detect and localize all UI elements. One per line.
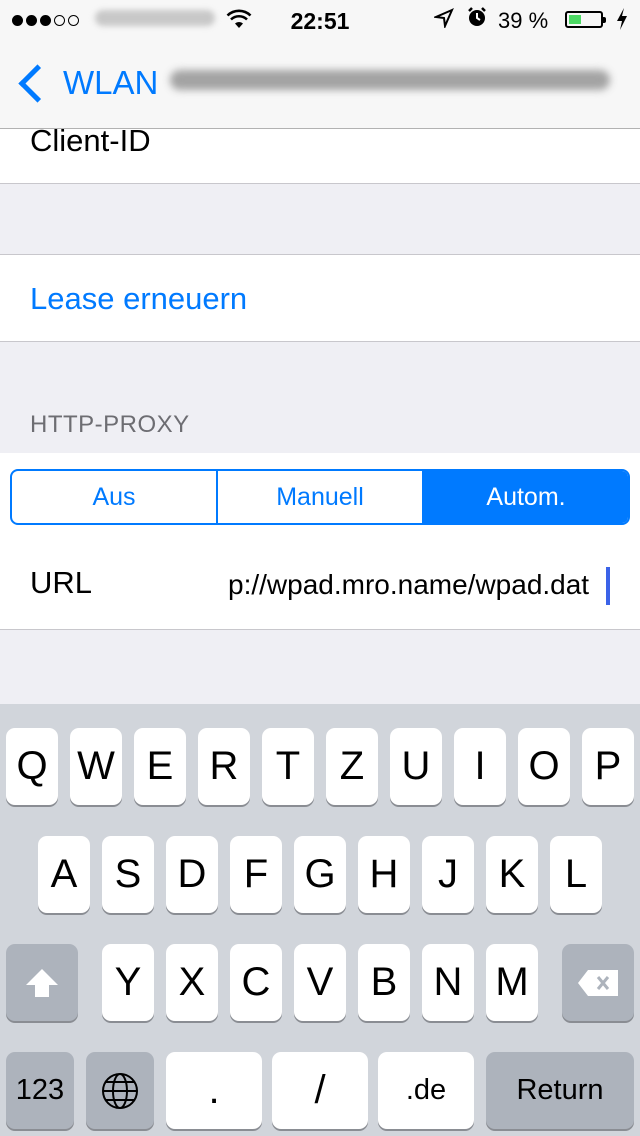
dot-key[interactable]: . [166,1052,262,1129]
back-label: WLAN [63,64,159,101]
key-t[interactable]: T [262,728,314,805]
http-proxy-group: Aus Manuell Autom. URL p://wpad.mro.name… [0,453,640,630]
key-z[interactable]: Z [326,728,378,805]
renew-lease-button[interactable]: Lease erneuern [0,254,640,342]
alarm-icon [466,6,488,34]
delete-key[interactable] [562,944,634,1021]
slash-key[interactable]: / [272,1052,368,1129]
battery-fill [569,15,581,24]
key-f[interactable]: F [230,836,282,913]
renew-lease-label: Lease erneuern [30,281,248,316]
key-d[interactable]: D [166,836,218,913]
key-m[interactable]: M [486,944,538,1021]
key-y[interactable]: Y [102,944,154,1021]
globe-key[interactable] [86,1052,154,1129]
keyboard: Q W E R T Z U I O P A S D F G H J K L Y … [0,704,640,1136]
delete-backspace-icon [578,969,618,996]
navigation-bar: WLAN [0,40,640,129]
key-c[interactable]: C [230,944,282,1021]
numbers-key[interactable]: 123 [6,1052,74,1129]
key-r[interactable]: R [198,728,250,805]
key-b[interactable]: B [358,944,410,1021]
segment-off[interactable]: Aus [12,471,216,523]
status-bar: 22:51 39 % [0,0,640,40]
key-n[interactable]: N [422,944,474,1021]
return-key[interactable]: Return [486,1052,634,1129]
network-name-redacted [170,70,610,90]
tld-key[interactable]: .de [378,1052,474,1129]
key-h[interactable]: H [358,836,410,913]
url-input-value: p://wpad.mro.name/wpad.dat [228,569,590,600]
url-input[interactable]: p://wpad.mro.name/wpad.dat [228,569,606,601]
shift-arrow-icon [26,968,58,997]
battery-icon [565,11,606,28]
key-e[interactable]: E [134,728,186,805]
client-id-label: Client-ID [30,123,151,158]
url-label: URL [30,565,93,600]
segment-auto[interactable]: Autom. [422,471,628,523]
client-id-row[interactable]: Client-ID [0,123,640,184]
key-a[interactable]: A [38,836,90,913]
bolt-icon [615,7,629,37]
shift-key[interactable] [6,944,78,1021]
key-w[interactable]: W [70,728,122,805]
key-i[interactable]: I [454,728,506,805]
chevron-left-icon [18,63,57,103]
key-k[interactable]: K [486,836,538,913]
key-j[interactable]: J [422,836,474,913]
http-proxy-header: HTTP-PROXY [30,411,190,438]
battery-percentage: 39 % [498,8,549,33]
key-v[interactable]: V [294,944,346,1021]
proxy-mode-segmented-control: Aus Manuell Autom. [10,469,630,525]
globe-icon [102,1072,138,1109]
key-p[interactable]: P [582,728,634,805]
key-x[interactable]: X [166,944,218,1021]
segment-manual[interactable]: Manuell [216,471,422,523]
text-cursor [606,567,610,605]
location-arrow-icon [432,8,454,34]
key-g[interactable]: G [294,836,346,913]
key-o[interactable]: O [518,728,570,805]
back-button[interactable]: WLAN [14,63,159,103]
key-q[interactable]: Q [6,728,58,805]
key-s[interactable]: S [102,836,154,913]
key-u[interactable]: U [390,728,442,805]
key-l[interactable]: L [550,836,602,913]
